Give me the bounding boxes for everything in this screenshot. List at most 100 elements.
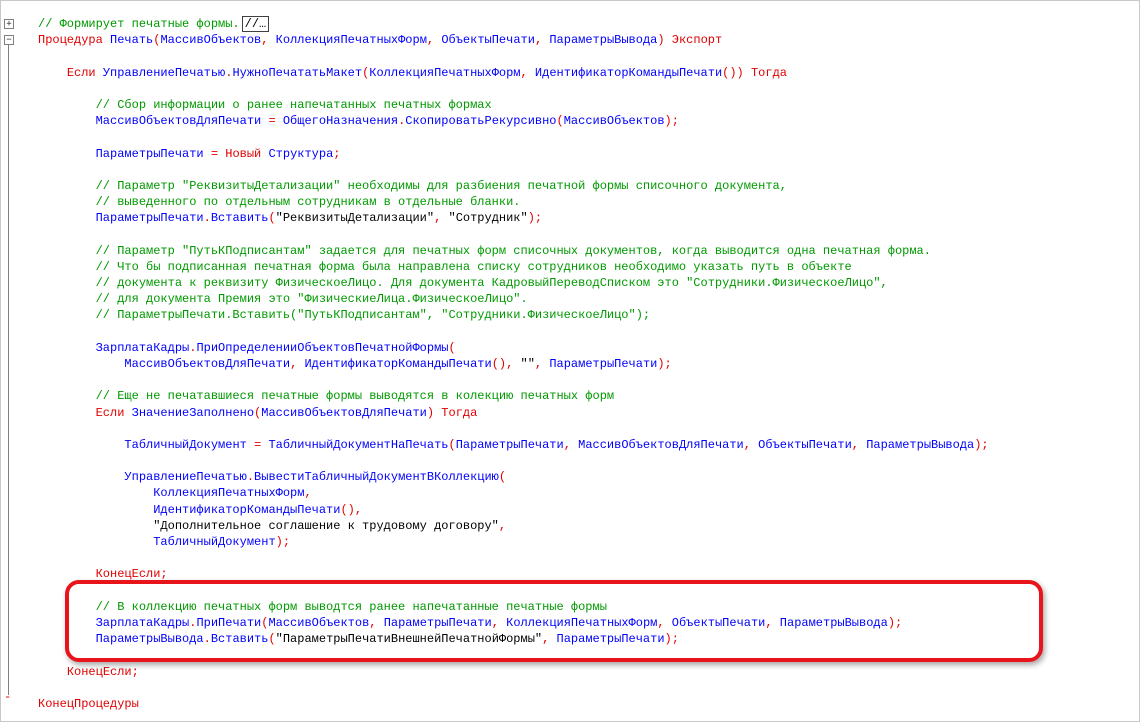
code-token: ЗарплатаКадры — [95, 340, 190, 355]
code-line[interactable]: ТабличныйДокумент = ТабличныйДокументНаП… — [38, 437, 988, 453]
code-token: // выведенного по отдельным сотрудникам … — [95, 195, 521, 210]
code-line[interactable] — [38, 550, 989, 566]
code-line[interactable]: МассивОбъектовДляПечати, ИдентификаторКо… — [38, 356, 989, 372]
code-token: МассивОбъектов — [160, 33, 262, 48]
code-line[interactable] — [38, 421, 989, 437]
code-line[interactable]: "Дополнительное соглашение к трудовому д… — [38, 518, 989, 534]
code-line[interactable]: ПараметрыПечати.Вставить("РеквизитыДетал… — [38, 210, 989, 226]
code-token: , — [290, 356, 305, 371]
code-token: ()) — [722, 65, 751, 80]
code-token: // Сбор информации о ранее напечатанных … — [95, 97, 492, 112]
collapsed-region[interactable]: //… — [241, 16, 270, 32]
code-line[interactable] — [38, 81, 989, 97]
code-line[interactable]: // Формирует печатные формы.//… — [38, 16, 989, 32]
code-line[interactable]: // Сбор информации о ранее напечатанных … — [38, 97, 989, 113]
code-token: , — [851, 437, 867, 452]
code-token: ВывестиТабличныйДокументВКоллекцию — [254, 470, 499, 485]
code-token: Тогда — [750, 65, 787, 80]
code-line[interactable]: // для документа Премия это "ФизическиеЛ… — [38, 291, 989, 307]
code-token: , — [563, 437, 579, 452]
code-token: ПараметрыПечати — [549, 356, 658, 371]
code-token: (), — [491, 356, 521, 371]
code-token: ТабличныйДокумент — [124, 437, 247, 452]
code-token: КоллекцияПечатныхФорм — [275, 33, 427, 48]
code-token: , — [261, 33, 276, 48]
code-token: Структура — [261, 146, 334, 161]
code-token: Если — [66, 65, 96, 80]
code-token: , — [520, 65, 535, 80]
code-line[interactable]: Если ЗначениеЗаполнено(МассивОбъектовДля… — [38, 405, 989, 421]
code-token: , — [434, 211, 449, 226]
code-token: ); — [275, 535, 291, 549]
code-editor[interactable]: + − - // Формирует печатные формы.//… Про… — [0, 0, 1140, 722]
code-token: МассивОбъектов — [563, 114, 665, 129]
code-token: ТабличныйДокументНаПечать — [268, 437, 449, 452]
code-token: ( — [268, 211, 276, 226]
code-line[interactable]: ПараметрыПечати = Новый Структура; — [38, 146, 989, 162]
code-line[interactable]: КонецПроцедуры — [38, 696, 989, 712]
code-token: СкопироватьРекурсивно — [405, 114, 557, 129]
fold-end-marker: - — [4, 690, 12, 704]
code-token: МассивОбъектовДляПечати — [261, 405, 427, 420]
code-line[interactable]: // выведенного по отдельным сотрудникам … — [38, 194, 989, 210]
code-line[interactable] — [38, 680, 989, 696]
code-token: ОбъектыПечати — [758, 437, 852, 452]
code-token: ИдентификаторКомандыПечати — [153, 502, 341, 517]
code-token: ЗначениеЗаполнено — [124, 405, 255, 420]
code-token: Тогда — [441, 405, 478, 420]
code-token: "РеквизитыДетализации" — [275, 211, 435, 226]
code-token: УправлениеПечатью — [95, 65, 226, 80]
code-token: ПараметрыПечати — [95, 211, 204, 226]
code-line[interactable] — [38, 129, 989, 145]
code-token: , — [304, 486, 312, 501]
code-token: ; — [333, 146, 341, 161]
code-line[interactable]: МассивОбъектовДляПечати = ОбщегоНазначен… — [38, 113, 989, 129]
code-token: ТабличныйДокумент — [153, 535, 276, 549]
fold-expand-icon[interactable]: + — [4, 19, 14, 29]
code-token: "Сотрудник" — [448, 211, 528, 226]
code-token: ОбъектыПечати — [441, 33, 535, 48]
code-token: ПараметрыПечати — [95, 146, 204, 161]
code-line[interactable] — [38, 162, 989, 178]
code-line[interactable]: // ПараметрыПечати.Вставить("ПутьКПодпис… — [38, 307, 989, 323]
code-line[interactable]: // Что бы подписанная печатная форма был… — [38, 259, 989, 275]
code-line[interactable] — [38, 372, 989, 388]
code-token: ( — [556, 114, 564, 129]
code-token: ) — [426, 405, 442, 420]
code-line[interactable]: КоллекцияПечатныхФорм, — [38, 485, 989, 501]
code-line[interactable]: ИдентификаторКомандыПечати(), — [38, 502, 989, 518]
code-line[interactable]: // Еще не печатавшиеся печатные формы вы… — [38, 388, 989, 404]
code-token: , — [743, 437, 759, 452]
code-line[interactable]: // Параметр "РеквизитыДетализации" необх… — [38, 178, 989, 194]
code-line[interactable] — [38, 48, 989, 64]
code-token: Вставить — [210, 211, 269, 226]
code-line[interactable]: Если УправлениеПечатью.НужноПечататьМаке… — [38, 65, 989, 81]
code-line[interactable]: ЗарплатаКадры.ПриОпределенииОбъектовПеча… — [38, 340, 989, 356]
code-token: КонецПроцедуры — [38, 696, 139, 711]
code-line[interactable] — [38, 226, 989, 242]
code-line[interactable]: // документа к реквизиту ФизическоеЛицо.… — [38, 275, 989, 291]
code-line[interactable] — [38, 324, 989, 340]
code-line[interactable]: КонецЕсли; — [38, 664, 989, 680]
code-token: УправлениеПечатью — [124, 470, 247, 485]
code-line[interactable]: ТабличныйДокумент); — [38, 534, 989, 550]
code-line[interactable]: // Параметр "ПутьКПодписантам" задается … — [38, 243, 989, 259]
code-line[interactable]: УправлениеПечатью.ВывестиТабличныйДокуме… — [38, 469, 989, 485]
fold-collapse-icon[interactable]: − — [4, 35, 14, 45]
code-line[interactable]: Процедура Печать(МассивОбъектов, Коллекц… — [38, 32, 989, 48]
code-line[interactable] — [38, 453, 989, 469]
code-token: ПараметрыВывода — [549, 33, 658, 48]
